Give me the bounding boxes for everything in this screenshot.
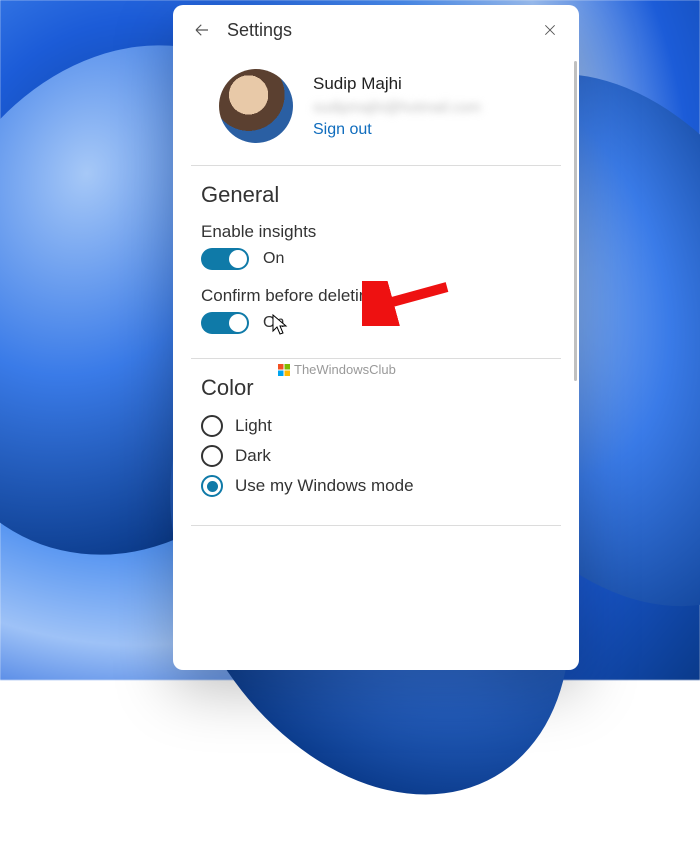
enable-insights-toggle[interactable] [201,248,249,270]
color-option-light[interactable]: Light [201,415,551,437]
confirm-delete-label: Confirm before deleting [201,286,551,306]
back-button[interactable] [191,19,213,41]
avatar[interactable] [219,69,293,143]
dialog-title: Settings [227,20,292,41]
close-button[interactable] [539,19,561,41]
general-section: General Enable insights On Confirm befor… [191,166,561,359]
dialog-header: Settings [173,5,579,51]
confirm-delete-state: On [263,314,284,332]
color-section: Color Light Dark Use my Windows mode [191,359,561,526]
account-name: Sudip Majhi [313,73,481,95]
color-option-dark[interactable]: Dark [201,445,551,467]
scrollbar[interactable] [574,61,577,381]
account-section: Sudip Majhi sudipmajhi@hotmail.com Sign … [191,51,561,166]
account-email: sudipmajhi@hotmail.com [313,99,481,116]
sign-out-link[interactable]: Sign out [313,121,481,139]
settings-dialog: Settings Sudip Majhi sudipmajhi@hotmail.… [173,5,579,670]
section-title-color: Color [201,375,551,401]
color-option-windows-mode[interactable]: Use my Windows mode [201,475,551,497]
confirm-delete-toggle[interactable] [201,312,249,334]
enable-insights-state: On [263,250,284,268]
enable-insights-label: Enable insights [201,222,551,242]
section-title-general: General [201,182,551,208]
